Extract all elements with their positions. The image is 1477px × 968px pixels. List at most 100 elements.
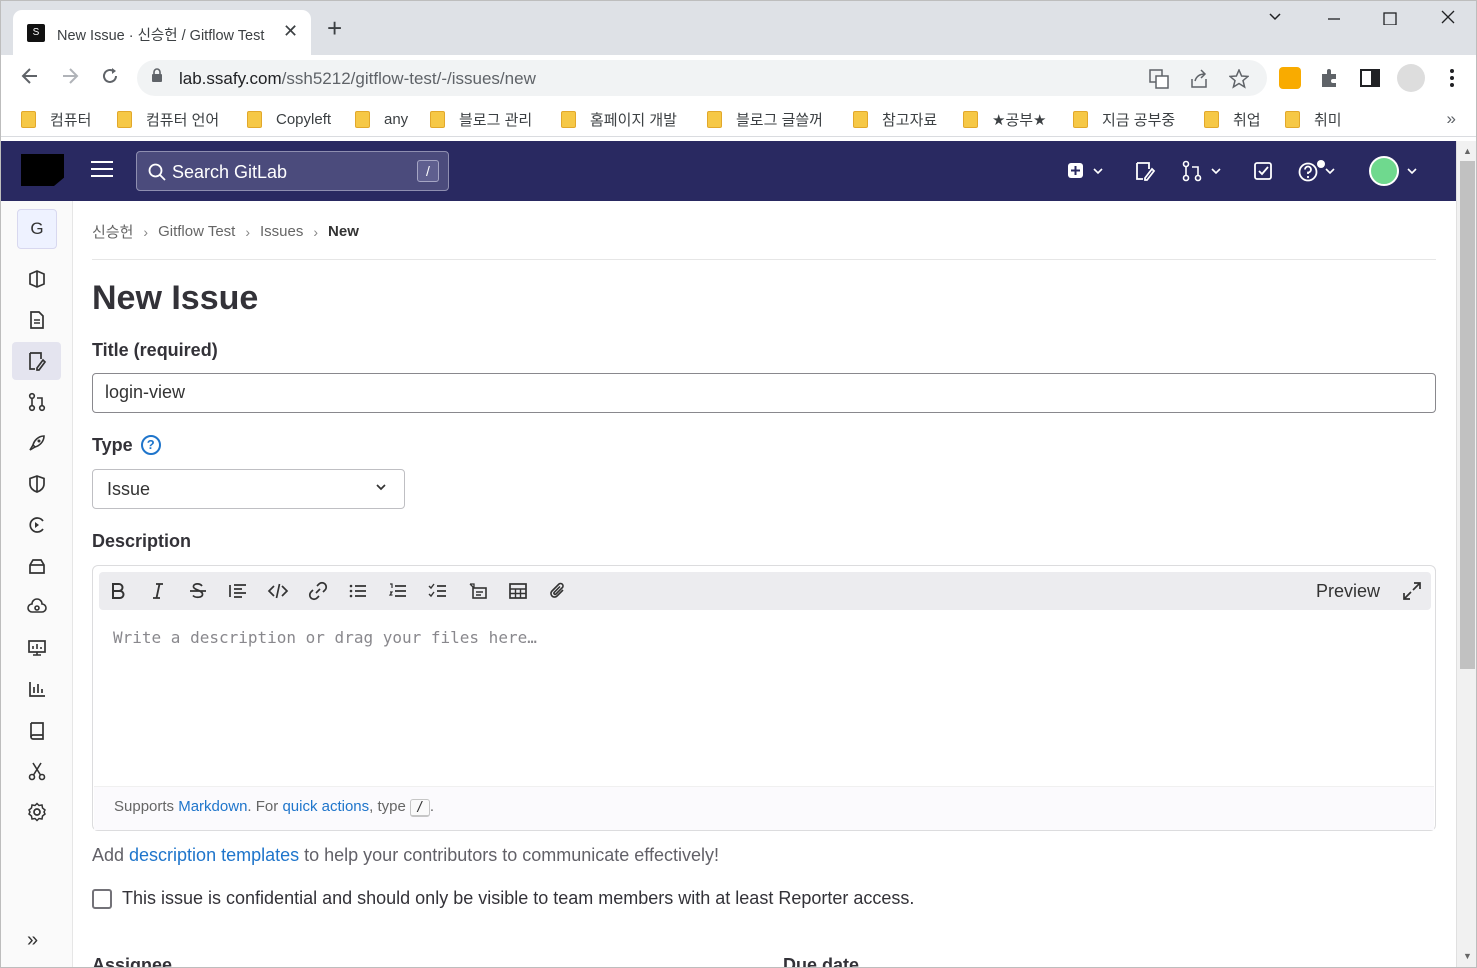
sidebar-item-snippets[interactable] [12, 752, 61, 790]
sidebar-item-infrastructure[interactable] [12, 588, 61, 626]
search-input[interactable]: Search GitLab / [136, 151, 449, 191]
issues-header-icon[interactable] [1134, 160, 1156, 182]
collapse-sidebar-icon[interactable]: » [27, 929, 38, 952]
sidebar-item-settings[interactable] [12, 793, 61, 831]
scroll-down-icon[interactable]: ▼ [1463, 951, 1472, 961]
translate-icon[interactable] [1149, 69, 1169, 94]
link-icon[interactable] [307, 580, 329, 602]
sidebar-item-issues[interactable] [12, 342, 61, 380]
strikethrough-icon[interactable] [187, 580, 209, 602]
folder-icon [853, 110, 868, 128]
italic-icon[interactable] [147, 580, 169, 602]
breadcrumb-issues[interactable]: Issues [260, 223, 303, 240]
merge-requests-header-icon[interactable] [1181, 160, 1225, 182]
bookmark-folder[interactable]: 지금 공부중 [1073, 107, 1175, 131]
templates-prefix: Add [92, 845, 130, 865]
share-icon[interactable] [1189, 69, 1209, 94]
bookmarks-overflow-icon[interactable]: » [1447, 109, 1456, 129]
profile-avatar[interactable] [1397, 64, 1425, 92]
minimize-button[interactable] [1327, 9, 1341, 30]
user-avatar[interactable] [1369, 156, 1399, 186]
templates-suffix: to help your contributors to communicate… [299, 845, 719, 865]
user-menu-chevron-icon[interactable] [1406, 160, 1422, 182]
tab-search-icon[interactable] [1267, 9, 1283, 30]
scrollbar-thumb[interactable] [1460, 161, 1475, 669]
sidebar-item-wiki[interactable] [12, 711, 61, 749]
reload-icon[interactable] [99, 65, 121, 92]
markdown-link[interactable]: Markdown [178, 798, 247, 815]
side-panel-icon[interactable] [1359, 67, 1381, 89]
description-templates-link[interactable]: description templates [129, 845, 299, 865]
collapsible-section-icon[interactable] [467, 580, 489, 602]
help-icon[interactable] [1297, 160, 1341, 182]
maximize-button[interactable] [1383, 9, 1397, 30]
sidebar-item-deployments[interactable] [12, 506, 61, 544]
breadcrumb-project[interactable]: Gitflow Test [158, 223, 235, 240]
confidential-checkbox[interactable] [92, 888, 112, 909]
bookmark-folder[interactable]: 홈페이지 개발 [561, 107, 677, 131]
menu-icon[interactable] [91, 161, 113, 179]
bold-icon[interactable] [107, 580, 129, 602]
confidential-label[interactable]: This issue is confidential and should on… [122, 888, 914, 909]
bookmark-folder[interactable]: 취업 [1204, 107, 1261, 131]
folder-icon [561, 110, 576, 128]
bookmark-star-icon[interactable] [1228, 68, 1250, 94]
bookmark-folder[interactable]: 컴퓨터 [21, 107, 91, 131]
close-window-button[interactable] [1440, 9, 1456, 30]
chevron-down-icon [376, 484, 386, 491]
search-icon [148, 163, 166, 181]
bookmark-folder[interactable]: 참고자료 [853, 107, 937, 131]
bookmark-folder[interactable]: 블로그 글쓸꺼 [707, 107, 823, 131]
table-icon[interactable] [507, 580, 529, 602]
issues-icon [29, 352, 47, 371]
browser-tab[interactable]: S New Issue · 신승헌 / Gitflow Test ✕ [13, 10, 311, 55]
gitlab-logo[interactable] [21, 154, 66, 186]
forward-icon[interactable] [59, 65, 81, 92]
markdown-toolbar: Preview [99, 572, 1431, 610]
sidebar-item-merge-requests[interactable] [12, 383, 61, 421]
sidebar-item-analytics[interactable] [12, 670, 61, 708]
breadcrumb-user[interactable]: 신승헌 [92, 221, 133, 242]
create-new-icon[interactable] [1066, 160, 1106, 182]
extensions-puzzle-icon[interactable] [1319, 67, 1341, 89]
vertical-scrollbar[interactable]: ▲ ▼ [1456, 141, 1476, 967]
sidebar-item-project-info[interactable] [12, 260, 61, 298]
new-tab-button[interactable]: + [327, 15, 342, 41]
bookmark-folder[interactable]: ★공부★ [963, 107, 1047, 131]
tab-close-icon[interactable]: ✕ [283, 21, 298, 42]
sidebar-item-monitor[interactable] [12, 629, 61, 667]
bookmark-folder[interactable]: 취미 [1285, 107, 1342, 131]
bullet-list-icon[interactable] [347, 580, 369, 602]
preview-tab[interactable]: Preview [1316, 581, 1380, 602]
sidebar-item-repository[interactable] [12, 301, 61, 339]
attach-file-icon[interactable] [547, 580, 569, 602]
gitlab-top-bar: Search GitLab / [1, 141, 1456, 201]
back-icon[interactable] [19, 65, 41, 92]
sidebar-item-packages[interactable] [12, 547, 61, 585]
code-icon[interactable] [267, 580, 289, 602]
project-avatar[interactable]: G [17, 209, 57, 249]
description-textarea[interactable]: Write a description or drag your files h… [113, 628, 537, 647]
bookmark-folder[interactable]: 블로그 관리 [430, 107, 532, 131]
type-select[interactable]: Issue [92, 469, 405, 509]
bookmark-folder[interactable]: 컴퓨터 언어 [117, 107, 219, 131]
breadcrumb-current[interactable]: New [328, 223, 359, 240]
task-list-icon[interactable] [427, 580, 449, 602]
help-icon[interactable]: ? [140, 435, 161, 455]
folder-icon [1073, 110, 1088, 128]
sidebar-item-ci-cd[interactable] [12, 424, 61, 462]
title-input[interactable]: login-view [92, 373, 1436, 413]
address-bar[interactable]: lab.ssafy.com/ssh5212/gitflow-test/-/iss… [137, 60, 1267, 96]
extension-badge-icon[interactable] [1279, 67, 1301, 89]
bookmark-folder[interactable]: Copyleft [247, 107, 331, 131]
fullscreen-icon[interactable] [1402, 581, 1422, 601]
quick-actions-link[interactable]: quick actions [282, 798, 369, 815]
sidebar-item-security[interactable] [12, 465, 61, 503]
numbered-list-icon[interactable] [387, 580, 409, 602]
breadcrumb: 신승헌 › Gitflow Test › Issues › New [92, 221, 359, 242]
scroll-up-icon[interactable]: ▲ [1463, 146, 1472, 156]
todo-icon[interactable] [1252, 160, 1274, 182]
quote-icon[interactable] [227, 580, 249, 602]
browser-menu-icon[interactable] [1441, 67, 1463, 89]
bookmark-folder[interactable]: any [355, 107, 408, 131]
